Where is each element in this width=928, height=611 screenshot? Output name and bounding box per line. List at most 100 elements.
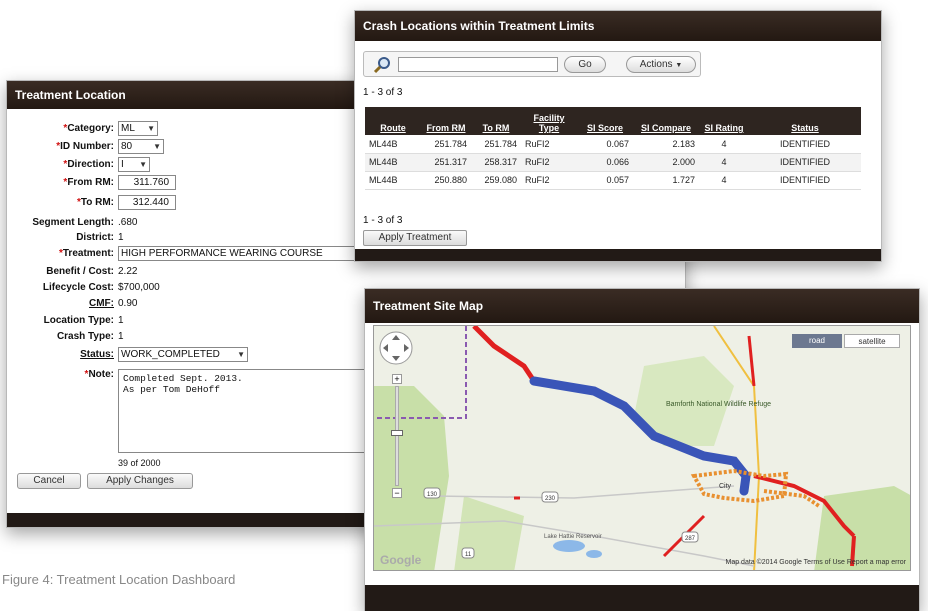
table-row: ML44B 251.784 251.784 RuFI2 0.067 2.183 … — [365, 135, 861, 154]
map-canvas[interactable]: Bamforth National Wildlife Refuge City L… — [374, 326, 911, 571]
map-type-satellite-button[interactable]: satellite — [844, 334, 900, 348]
crash-type-value: 1 — [118, 331, 124, 342]
map-attribution[interactable]: Map data ©2014 Google Terms of Use Repor… — [725, 559, 906, 566]
cell-si-compare: 1.727 — [633, 171, 699, 190]
chevron-down-icon: ▼ — [237, 350, 245, 359]
cell-si-rating: 4 — [699, 135, 749, 154]
cell-si-compare: 2.183 — [633, 135, 699, 154]
actions-menu-button[interactable]: Actions ▼ — [626, 56, 696, 73]
status-label[interactable]: Status: — [7, 347, 114, 363]
go-button[interactable]: Go — [564, 56, 606, 73]
crash-locations-title: Crash Locations within Treatment Limits — [355, 11, 881, 41]
from-rm-input[interactable]: 311.760 — [118, 175, 176, 190]
pan-control[interactable] — [378, 330, 414, 366]
cell-si-score: 0.057 — [577, 171, 633, 190]
chevron-down-icon: ▼ — [153, 142, 161, 151]
treatment-site-map-panel: Treatment Site Map Bamforth National Wil… — [364, 288, 920, 611]
actions-label: Actions — [639, 59, 673, 70]
route-shield-230: 230 — [545, 496, 556, 502]
report-toolbar: Go Actions ▼ — [363, 51, 701, 77]
category-label: Category: — [7, 121, 114, 137]
search-input[interactable] — [398, 57, 558, 72]
refuge-label: Bamforth National Wildlife Refuge — [666, 401, 771, 408]
apply-treatment-button[interactable]: Apply Treatment — [363, 230, 467, 246]
cell-to-rm: 259.080 — [471, 171, 521, 190]
cell-status: IDENTIFIED — [749, 135, 861, 154]
chevron-down-icon: ▼ — [139, 160, 147, 169]
cell-status: IDENTIFIED — [749, 171, 861, 190]
lake-label: Lake Hattie Reservoir — [544, 534, 602, 540]
lifecycle-cost-value: $700,000 — [118, 282, 160, 293]
note-label: Note: — [7, 367, 114, 383]
col-to-rm[interactable]: To RM — [471, 107, 521, 135]
benefit-cost-value: 2.22 — [118, 266, 138, 277]
cell-facility-type: RuFI2 — [521, 135, 577, 154]
id-number-select[interactable]: 80 ▼ — [118, 139, 164, 154]
col-status[interactable]: Status — [749, 107, 861, 135]
category-value: ML — [121, 123, 135, 134]
route-shield-11: 11 — [465, 552, 472, 558]
cell-si-rating: 4 — [699, 171, 749, 190]
status-value: WORK_COMPLETED — [121, 349, 220, 360]
cell-from-rm: 251.784 — [421, 135, 471, 154]
apply-changes-button[interactable]: Apply Changes — [87, 473, 193, 489]
forest-area — [374, 386, 449, 570]
col-from-rm[interactable]: From RM — [421, 107, 471, 135]
chevron-down-icon: ▼ — [147, 124, 155, 133]
cell-status: IDENTIFIED — [749, 153, 861, 172]
cell-to-rm: 251.784 — [471, 135, 521, 154]
direction-select[interactable]: I ▼ — [118, 157, 150, 172]
crash-table-header: Route From RM To RM Facility Type SI Sco… — [365, 107, 861, 135]
lifecycle-cost-label: Lifecycle Cost: — [42, 282, 114, 293]
map-panel-footer — [365, 585, 919, 611]
lake-water — [586, 550, 602, 558]
segment-length-value: .680 — [118, 217, 138, 228]
category-select[interactable]: ML ▼ — [118, 121, 158, 136]
cell-si-compare: 2.000 — [633, 153, 699, 172]
cell-si-score: 0.067 — [577, 135, 633, 154]
col-facility-type[interactable]: Facility Type — [521, 107, 577, 135]
table-row: ML44B 251.317 258.317 RuFI2 0.066 2.000 … — [365, 153, 861, 172]
segment-length-label: Segment Length: — [32, 217, 114, 228]
crash-locations-footer — [355, 249, 881, 261]
zoom-control[interactable]: + − — [391, 374, 403, 500]
note-textarea[interactable]: Completed Sept. 2013. As per Tom DeHoff — [118, 369, 374, 453]
direction-value: I — [121, 159, 124, 170]
zoom-in-icon[interactable]: + — [392, 374, 402, 384]
status-select[interactable]: WORK_COMPLETED ▼ — [118, 347, 248, 362]
to-rm-input[interactable]: 312.440 — [118, 195, 176, 210]
col-si-score[interactable]: SI Score — [577, 107, 633, 135]
zoom-slider-handle[interactable] — [391, 430, 403, 436]
zoom-slider-track[interactable] — [395, 386, 399, 486]
site-map[interactable]: Bamforth National Wildlife Refuge City L… — [373, 325, 911, 571]
route-shield-130: 130 — [427, 492, 438, 498]
col-route[interactable]: Route — [365, 107, 421, 135]
cancel-button[interactable]: Cancel — [17, 473, 81, 489]
map-type-road-button[interactable]: road — [792, 334, 842, 348]
route-shield-287: 287 — [685, 536, 696, 542]
to-rm-label: To RM: — [7, 195, 114, 211]
location-type-value: 1 — [118, 315, 124, 326]
note-char-count: 39 of 2000 — [118, 458, 161, 468]
cell-route: ML44B — [365, 171, 421, 190]
direction-label: Direction: — [7, 157, 114, 173]
col-si-compare[interactable]: SI Compare — [633, 107, 699, 135]
pagination-bottom: 1 - 3 of 3 — [363, 215, 403, 226]
treatment-value: HIGH PERFORMANCE WEARING COURSE — [121, 248, 323, 259]
google-logo: Google — [380, 553, 422, 567]
district-value: 1 — [118, 232, 124, 243]
cell-to-rm: 258.317 — [471, 153, 521, 172]
col-si-rating[interactable]: SI Rating — [699, 107, 749, 135]
cmf-label[interactable]: CMF: — [7, 296, 114, 312]
zoom-out-icon[interactable]: − — [392, 488, 402, 498]
cell-facility-type: RuFI2 — [521, 153, 577, 172]
search-icon — [373, 57, 390, 74]
cell-from-rm: 251.317 — [421, 153, 471, 172]
cell-si-score: 0.066 — [577, 153, 633, 172]
table-row: ML44B 250.880 259.080 RuFI2 0.057 1.727 … — [365, 171, 861, 190]
city-label: City — [719, 483, 732, 490]
crash-type-label: Crash Type: — [56, 331, 114, 342]
id-number-value: 80 — [121, 141, 133, 152]
from-rm-label: From RM: — [7, 175, 114, 191]
treatment-label: Treatment: — [7, 246, 114, 262]
